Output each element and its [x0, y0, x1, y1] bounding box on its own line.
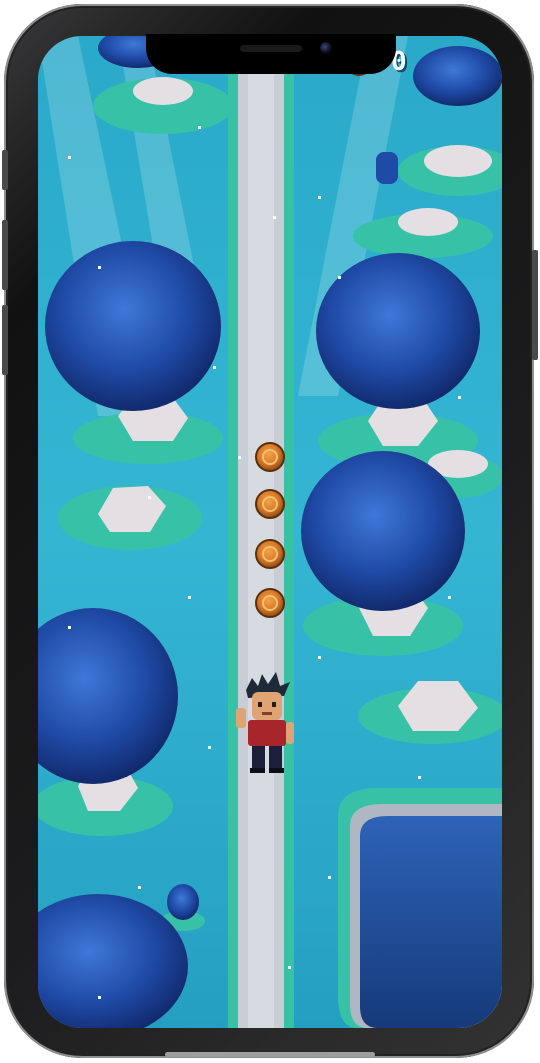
speaker-grille [240, 45, 302, 52]
coin-pickup [255, 442, 285, 472]
stump-left-mid [58, 486, 202, 550]
front-camera-icon [320, 42, 332, 54]
tree-right-2 [301, 451, 465, 656]
game-world[interactable] [38, 36, 502, 1028]
coin-pickup [255, 588, 285, 618]
coin-pickup [255, 539, 285, 569]
side-button-power [532, 250, 538, 360]
tree-right-1 [316, 253, 480, 469]
coin-pickup [255, 489, 285, 519]
home-indicator[interactable] [165, 1052, 375, 1057]
side-button-volume-down [2, 305, 8, 375]
side-button-silent [2, 150, 8, 190]
notch [146, 34, 396, 74]
game-screen[interactable] [38, 36, 502, 1028]
lake [338, 788, 502, 1028]
side-button-volume-up [2, 220, 8, 290]
tree-left-2 [38, 608, 178, 836]
